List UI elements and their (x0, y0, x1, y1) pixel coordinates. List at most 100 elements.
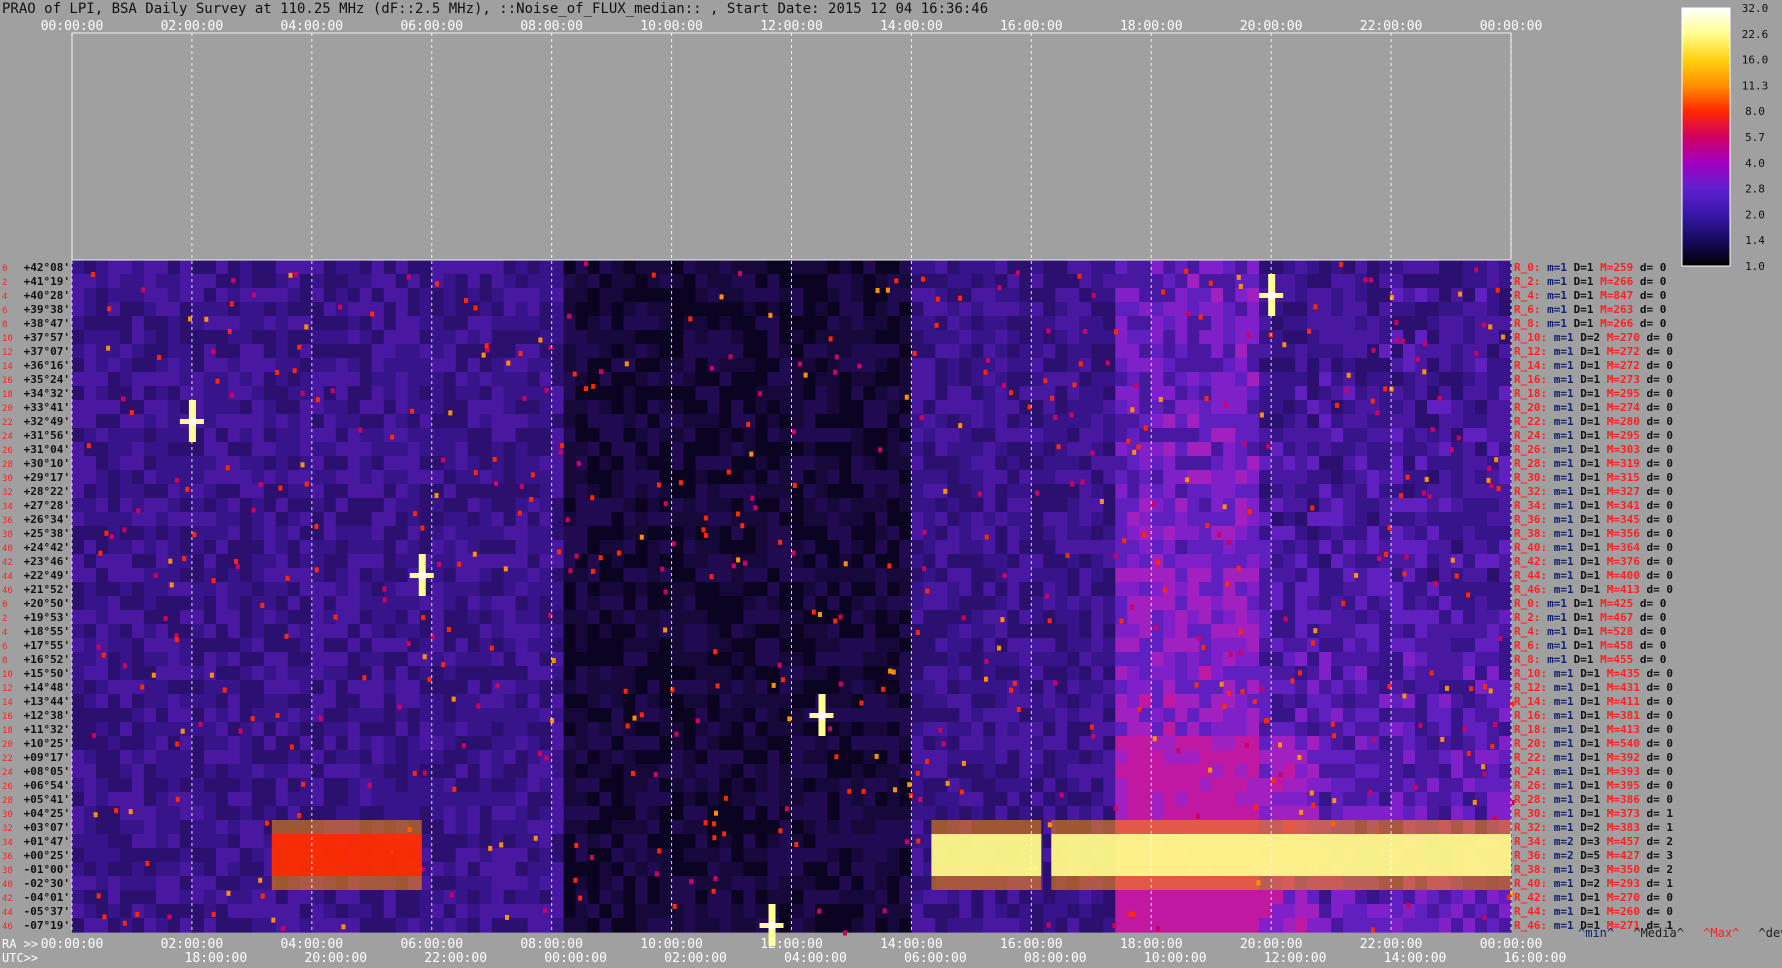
heatmap-cell (1199, 358, 1212, 373)
heatmap-cell (1235, 330, 1248, 345)
heatmap-cell (707, 386, 721, 401)
heatmap-cell (323, 372, 337, 387)
heatmap-cell (1379, 260, 1392, 275)
heatmap-cell (1019, 722, 1032, 737)
heatmap-cell (1463, 330, 1476, 345)
heatmap-cell (971, 554, 984, 569)
heatmap-cell (1427, 568, 1440, 583)
heatmap-cell (875, 358, 889, 373)
heatmap-cell (647, 834, 661, 849)
heatmap-cell (1499, 708, 1512, 723)
heatmap-cell (743, 400, 757, 415)
heatmap-cell (347, 736, 361, 751)
heatmap-cell (1139, 386, 1152, 401)
heatmap-cell (1187, 652, 1200, 667)
heatmap-cell (683, 778, 697, 793)
heatmap-cell (1199, 372, 1212, 387)
heatmap-cell (287, 694, 301, 709)
heatmap-cell (1007, 316, 1020, 331)
heatmap-cell (779, 498, 793, 513)
heatmap-cell (119, 596, 133, 611)
heatmap-cell (563, 778, 577, 793)
heatmap-cell (347, 498, 361, 513)
heatmap-cell (971, 638, 984, 653)
heatmap-cell (1451, 456, 1464, 471)
heatmap-cell (671, 260, 685, 275)
heatmap-cell (779, 722, 793, 737)
heatmap-cell (1475, 456, 1488, 471)
heatmap-cell (1127, 722, 1140, 737)
heatmap-cell (107, 666, 121, 681)
heatmap-cell (95, 400, 109, 415)
heatmap-cell (659, 764, 673, 779)
heatmap-cell (923, 344, 936, 359)
heatmap-cell (1283, 456, 1296, 471)
heatmap-cell (971, 666, 984, 681)
heatmap-cell (1079, 554, 1092, 569)
heatmap-cell (1283, 484, 1296, 499)
heatmap-cell (1079, 610, 1092, 625)
heatmap-cell (1487, 582, 1500, 597)
heatmap-cell (1007, 302, 1020, 317)
heatmap-cell (1391, 792, 1404, 807)
heatmap-cell (155, 638, 169, 653)
heatmap-cell (1247, 736, 1260, 751)
heatmap-cell (455, 414, 469, 429)
heatmap-cell (275, 596, 289, 611)
heatmap-cell (323, 288, 337, 303)
heatmap-cell (1319, 540, 1332, 555)
heatmap-cell (227, 834, 241, 849)
heatmap-cell (1307, 442, 1320, 457)
heatmap-cell (1211, 652, 1224, 667)
heatmap-cell (1367, 540, 1380, 555)
heatmap-cell (563, 764, 577, 779)
heatmap-cell (815, 428, 829, 443)
heatmap-cell (695, 386, 709, 401)
heatmap-cell (1319, 806, 1332, 821)
heatmap-cell (383, 400, 397, 415)
heatmap-cell (647, 722, 661, 737)
heatmap-cell (1103, 582, 1116, 597)
heatmap-cell (671, 708, 685, 723)
heatmap-cell (635, 568, 649, 583)
heatmap-cell (107, 736, 121, 751)
heatmap-cell (1271, 498, 1284, 513)
heatmap-cell (455, 820, 469, 835)
heatmap-cell (935, 750, 948, 765)
heatmap-cell (1247, 316, 1260, 331)
heatmap-cell (455, 344, 469, 359)
heatmap-cell (1295, 344, 1308, 359)
heatmap-cell (359, 316, 373, 331)
heatmap-cell (1379, 372, 1392, 387)
heatmap-cell (1463, 596, 1476, 611)
heatmap-cell (1007, 554, 1020, 569)
heatmap-cell (971, 722, 984, 737)
heatmap-cell (323, 638, 337, 653)
heatmap-cell (1331, 428, 1344, 443)
heatmap-cell (1451, 498, 1464, 513)
heatmap-cell (791, 442, 805, 457)
heatmap-cell (971, 330, 984, 345)
heatmap-cell (1343, 414, 1356, 429)
heatmap-cell (1247, 428, 1260, 443)
heatmap-cell (455, 302, 469, 317)
heatmap-cell (1343, 694, 1356, 709)
heatmap-cell (95, 806, 109, 821)
heatmap-cell (1355, 470, 1368, 485)
heatmap-cell (647, 540, 661, 555)
heatmap-cell (575, 540, 589, 555)
heatmap-cell (839, 596, 853, 611)
heatmap-cell (155, 652, 169, 667)
heatmap-cell (1439, 666, 1452, 681)
heatmap-cell (719, 400, 733, 415)
heatmap-cell (383, 470, 397, 485)
heatmap-cell (1019, 344, 1032, 359)
heatmap-cell (815, 484, 829, 499)
heatmap-cell (707, 764, 721, 779)
heatmap-cell (851, 456, 865, 471)
heatmap-cell (791, 414, 805, 429)
heatmap-cell (455, 722, 469, 737)
heatmap-cell (923, 694, 936, 709)
heatmap-cell (1055, 694, 1068, 709)
heatmap-cell (455, 568, 469, 583)
